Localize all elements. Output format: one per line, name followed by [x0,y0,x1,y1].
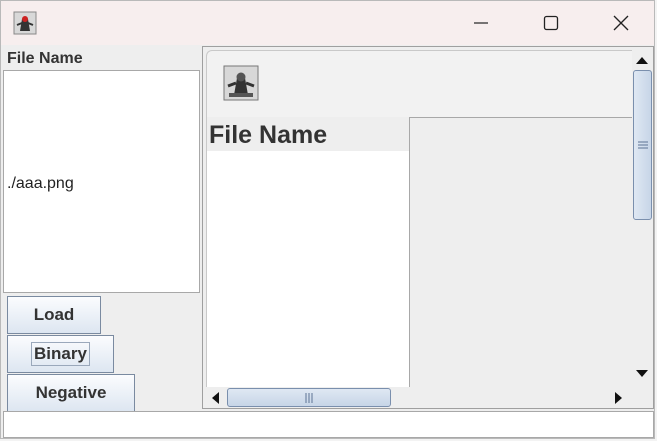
minimize-icon [474,22,488,24]
preview-image-area [409,117,635,389]
file-list[interactable]: ./aaa.png [3,70,200,293]
java-duke-icon [223,65,259,101]
preview-scroll-pane[interactable]: File Name [202,46,654,409]
minimize-button[interactable] [456,7,506,39]
negative-button[interactable]: Negative [7,374,135,412]
scroll-up-arrow-icon[interactable] [635,52,649,70]
title-bar[interactable] [1,1,654,45]
java-duke-icon [13,11,37,35]
vertical-scrollbar[interactable] [632,48,653,384]
horizontal-scroll-thumb[interactable] [227,388,391,407]
scroll-right-arrow-icon[interactable] [614,391,624,410]
binary-button-label: Binary [31,342,90,366]
maximize-button[interactable] [526,7,576,39]
grip-icon [305,392,313,403]
list-item[interactable]: ./aaa.png [7,175,74,193]
preview-frame: File Name [206,50,635,389]
status-field[interactable] [3,411,654,438]
grip-icon [637,141,648,149]
preview-file-name-label: File Name [207,117,411,151]
close-button[interactable] [596,7,646,39]
app-window: File Name ./aaa.png Load Binary Negative… [0,0,655,439]
binary-button[interactable]: Binary [7,335,114,373]
vertical-scroll-thumb[interactable] [633,70,652,220]
scroll-left-arrow-icon[interactable] [210,391,220,410]
horizontal-scrollbar[interactable] [204,387,632,408]
close-icon [613,15,629,31]
load-button[interactable]: Load [7,296,101,334]
preview-list-area [207,117,409,389]
maximize-icon [543,15,559,31]
file-name-label: File Name [7,50,83,67]
scroll-down-arrow-icon[interactable] [635,366,649,384]
